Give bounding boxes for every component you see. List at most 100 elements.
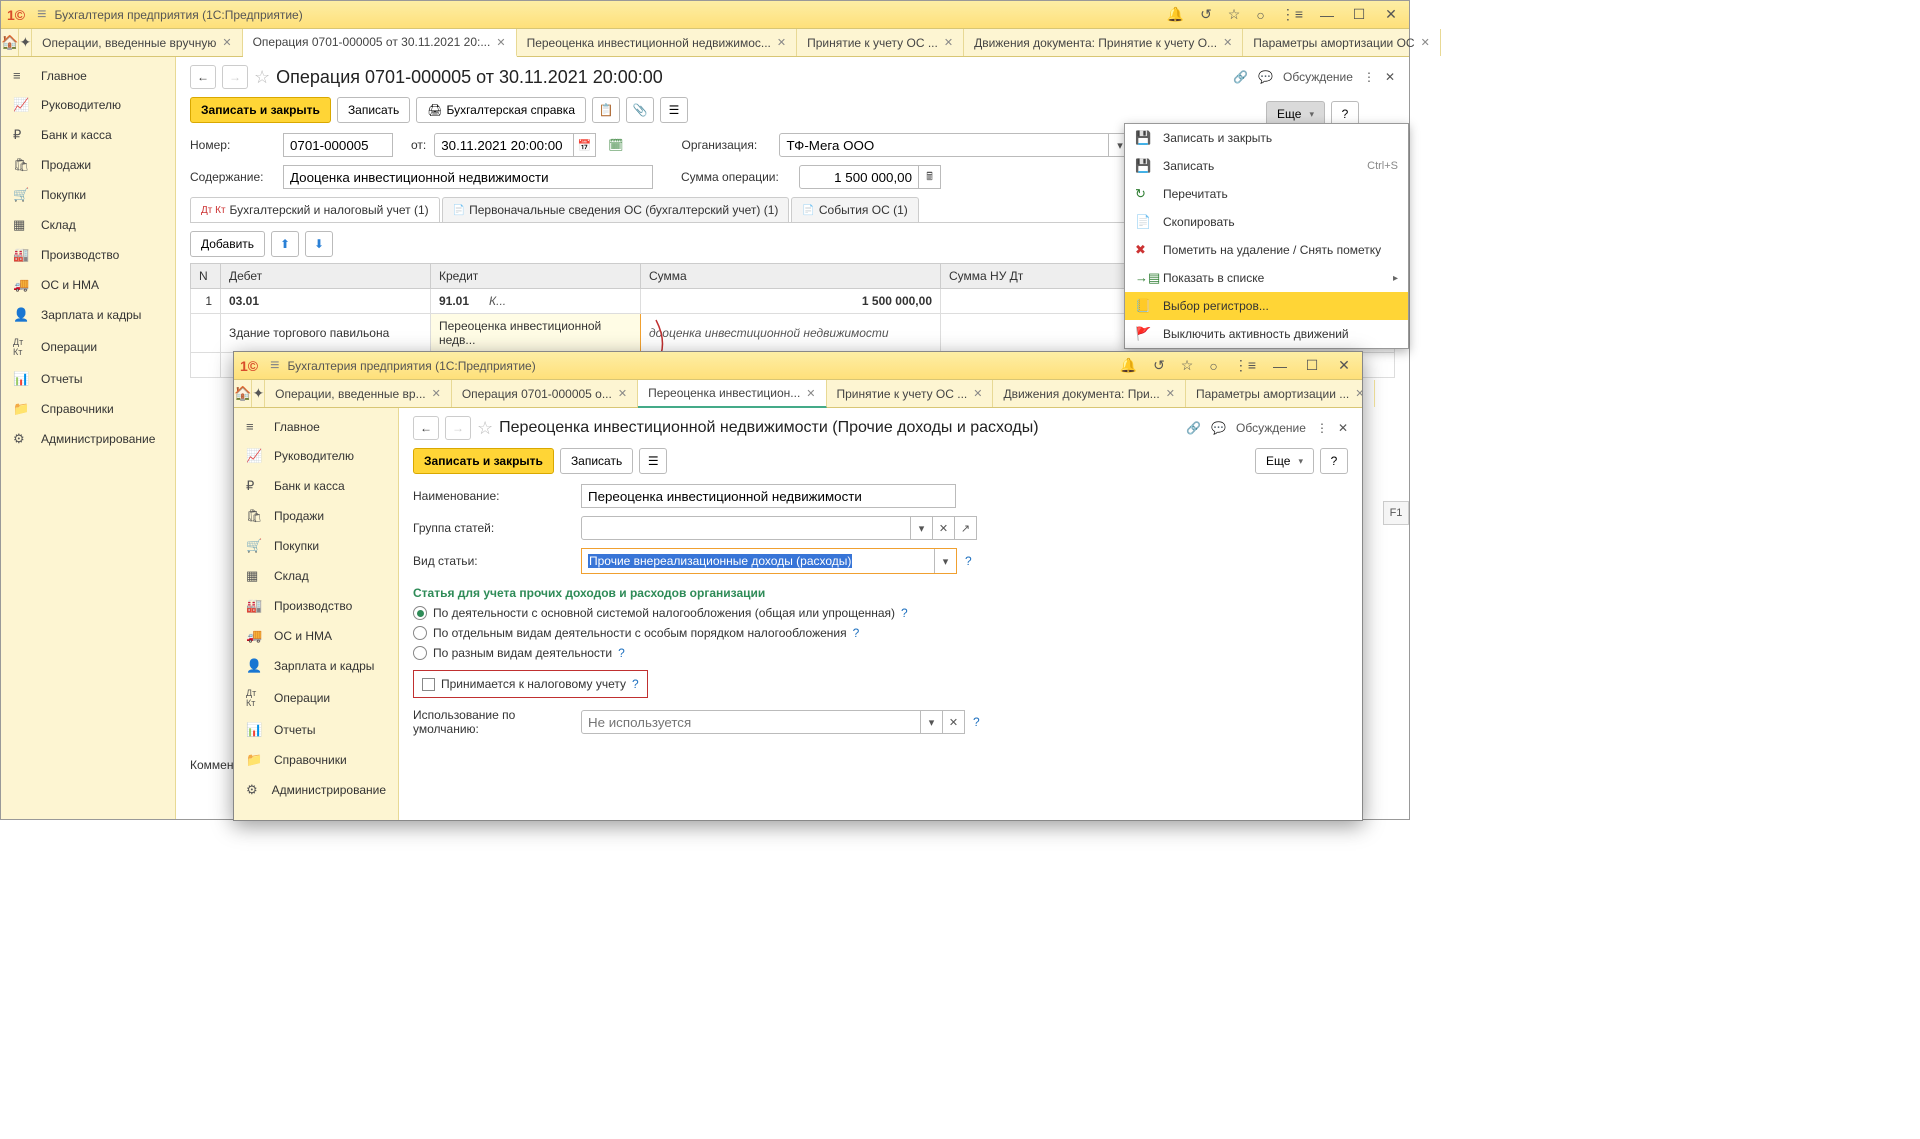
psb-purchases[interactable]: 🛒Покупки [234,531,398,561]
sum-input[interactable] [799,165,919,189]
help-icon[interactable]: ? [965,554,972,568]
dropdown-icon[interactable]: ▾ [921,710,943,734]
forward-button[interactable]: → [445,416,471,440]
sidebar-item-operations[interactable]: Дт КтОперации [1,330,175,364]
sidebar-item-os[interactable]: 🚚ОС и НМА [1,270,175,300]
open-icon[interactable]: ↗ [955,516,977,540]
help-icon[interactable]: ? [973,715,980,729]
psb-operations[interactable]: Дт КтОперации [234,681,398,715]
ptab-1[interactable]: Операции, введенные вр...✕ [265,380,452,407]
down-button[interactable]: ⬇ [305,231,333,257]
menu-save[interactable]: 💾ЗаписатьCtrl+S [1125,152,1408,180]
psb-bank[interactable]: ₽Банк и касса [234,471,398,501]
tab-1[interactable]: Операции, введенные вручную✕ [32,29,242,56]
popup-save-close[interactable]: Записать и закрыть [413,448,554,474]
menu-dots-icon[interactable]: ⋮ [1316,421,1328,435]
ptab-4[interactable]: Принятие к учету ОС ...✕ [827,380,994,407]
forward-button[interactable]: → [222,65,248,89]
tab-3[interactable]: Переоценка инвестиционной недвижимос...✕ [517,29,798,56]
close-icon[interactable]: ✕ [1421,36,1430,49]
settings-icon[interactable]: ⋮≡ [1277,4,1307,25]
close-doc-icon[interactable]: ✕ [1338,421,1348,435]
popup-save[interactable]: Записать [560,448,633,474]
tax-accepted-checkbox[interactable]: Принимается к налоговому учету? [413,670,648,698]
bell-icon[interactable]: 🔔 [1116,355,1141,376]
ptab-3[interactable]: Переоценка инвестицион...✕ [638,380,826,408]
sidebar-item-main[interactable]: ≡Главное [1,61,175,90]
fav-icon[interactable]: ☆ [254,67,270,88]
menu-disable[interactable]: 🚩Выключить активность движений [1125,320,1408,348]
content-input[interactable] [283,165,653,189]
sidebar-item-manager[interactable]: 📈Руководителю [1,90,175,120]
sidebar-item-purchases[interactable]: 🛒Покупки [1,180,175,210]
tab-4[interactable]: Принятие к учету ОС ...✕ [797,29,964,56]
close-icon[interactable]: ✕ [432,387,441,400]
star-tab-icon[interactable]: ✦ [252,380,265,407]
clear-icon[interactable]: ✕ [943,710,965,734]
number-input[interactable] [283,133,393,157]
date-input[interactable] [434,133,574,157]
print-button[interactable]: 🖨Бухгалтерская справка [416,97,586,123]
close-button[interactable]: ✕ [1379,4,1403,25]
menu-copy[interactable]: 📄Скопировать [1125,208,1408,236]
default-input[interactable] [581,710,921,734]
minimize-button[interactable]: — [1268,356,1292,376]
copy-button[interactable]: 📋 [592,97,620,123]
list-button[interactable]: ☰ [660,97,688,123]
popup-list-button[interactable]: ☰ [639,448,667,474]
bell-icon[interactable]: 🔔 [1163,4,1188,25]
close-icon[interactable]: ✕ [777,36,786,49]
sidebar-item-catalogs[interactable]: 📁Справочники [1,394,175,424]
psb-manager[interactable]: 📈Руководителю [234,441,398,471]
radio-special-tax[interactable]: По отдельным видам деятельности с особым… [413,626,1348,640]
link-icon[interactable]: 🔗 [1186,421,1201,435]
psb-main[interactable]: ≡Главное [234,412,398,441]
psb-os[interactable]: 🚚ОС и НМА [234,621,398,651]
close-icon[interactable]: ✕ [1355,387,1364,400]
help-icon[interactable]: ? [853,626,860,640]
group-input[interactable] [581,516,911,540]
up-button[interactable]: ⬆ [271,231,299,257]
ptab-5[interactable]: Движения документа: При...✕ [993,380,1185,407]
history-icon[interactable]: ↺ [1149,355,1169,376]
menu-save-close[interactable]: 💾Записать и закрыть [1125,124,1408,152]
sidebar-item-warehouse[interactable]: ▦Склад [1,210,175,240]
popup-help[interactable]: ? [1320,448,1348,474]
save-button[interactable]: Записать [337,97,410,123]
psb-reports[interactable]: 📊Отчеты [234,715,398,745]
star-icon[interactable]: ☆ [1177,355,1198,376]
help-icon[interactable]: ? [618,646,625,660]
tab-2[interactable]: Операция 0701-000005 от 30.11.2021 20:..… [243,29,517,57]
ptab-2[interactable]: Операция 0701-000005 о...✕ [452,380,638,407]
circle-icon[interactable]: ○ [1205,356,1221,376]
sidebar-item-admin[interactable]: ⚙Администрирование [1,424,175,454]
clear-icon[interactable]: ✕ [933,516,955,540]
close-icon[interactable]: ✕ [1166,387,1175,400]
help-icon[interactable]: ? [901,606,908,620]
psb-sales[interactable]: 🛍Продажи [234,501,398,531]
psb-catalogs[interactable]: 📁Справочники [234,745,398,775]
name-input[interactable] [581,484,956,508]
radio-various[interactable]: По разным видам деятельности? [413,646,1348,660]
add-button[interactable]: Добавить [190,231,265,257]
close-icon[interactable]: ✕ [806,387,815,400]
popup-more[interactable]: Еще [1255,448,1314,474]
star-icon[interactable]: ☆ [1224,4,1245,25]
help-icon[interactable]: ? [632,677,639,691]
ptab-6[interactable]: Параметры амортизации ...✕ [1186,380,1376,407]
sidebar-item-salary[interactable]: 👤Зарплата и кадры [1,300,175,330]
sidebar-item-reports[interactable]: 📊Отчеты [1,364,175,394]
menu-delete[interactable]: ✖Пометить на удаление / Снять пометку [1125,236,1408,264]
calendar-icon[interactable]: 📅 [574,133,596,157]
settings-icon[interactable]: ⋮≡ [1230,355,1260,376]
org-input[interactable] [779,133,1109,157]
tab-5[interactable]: Движения документа: Принятие к учету О..… [964,29,1243,56]
fav-icon[interactable]: ☆ [477,418,493,439]
menu-show-list[interactable]: →▤Показать в списке▸ [1125,264,1408,292]
link-icon[interactable]: 🔗 [1233,70,1248,84]
f1-badge[interactable]: F1 [1383,501,1409,525]
credit-object-cell[interactable]: Переоценка инвестиционной недв... [431,314,641,353]
maximize-button[interactable]: ☐ [1347,4,1371,25]
calc-icon[interactable]: 🖩 [919,165,941,189]
calendar2-icon[interactable]: 🗓 [608,138,623,152]
